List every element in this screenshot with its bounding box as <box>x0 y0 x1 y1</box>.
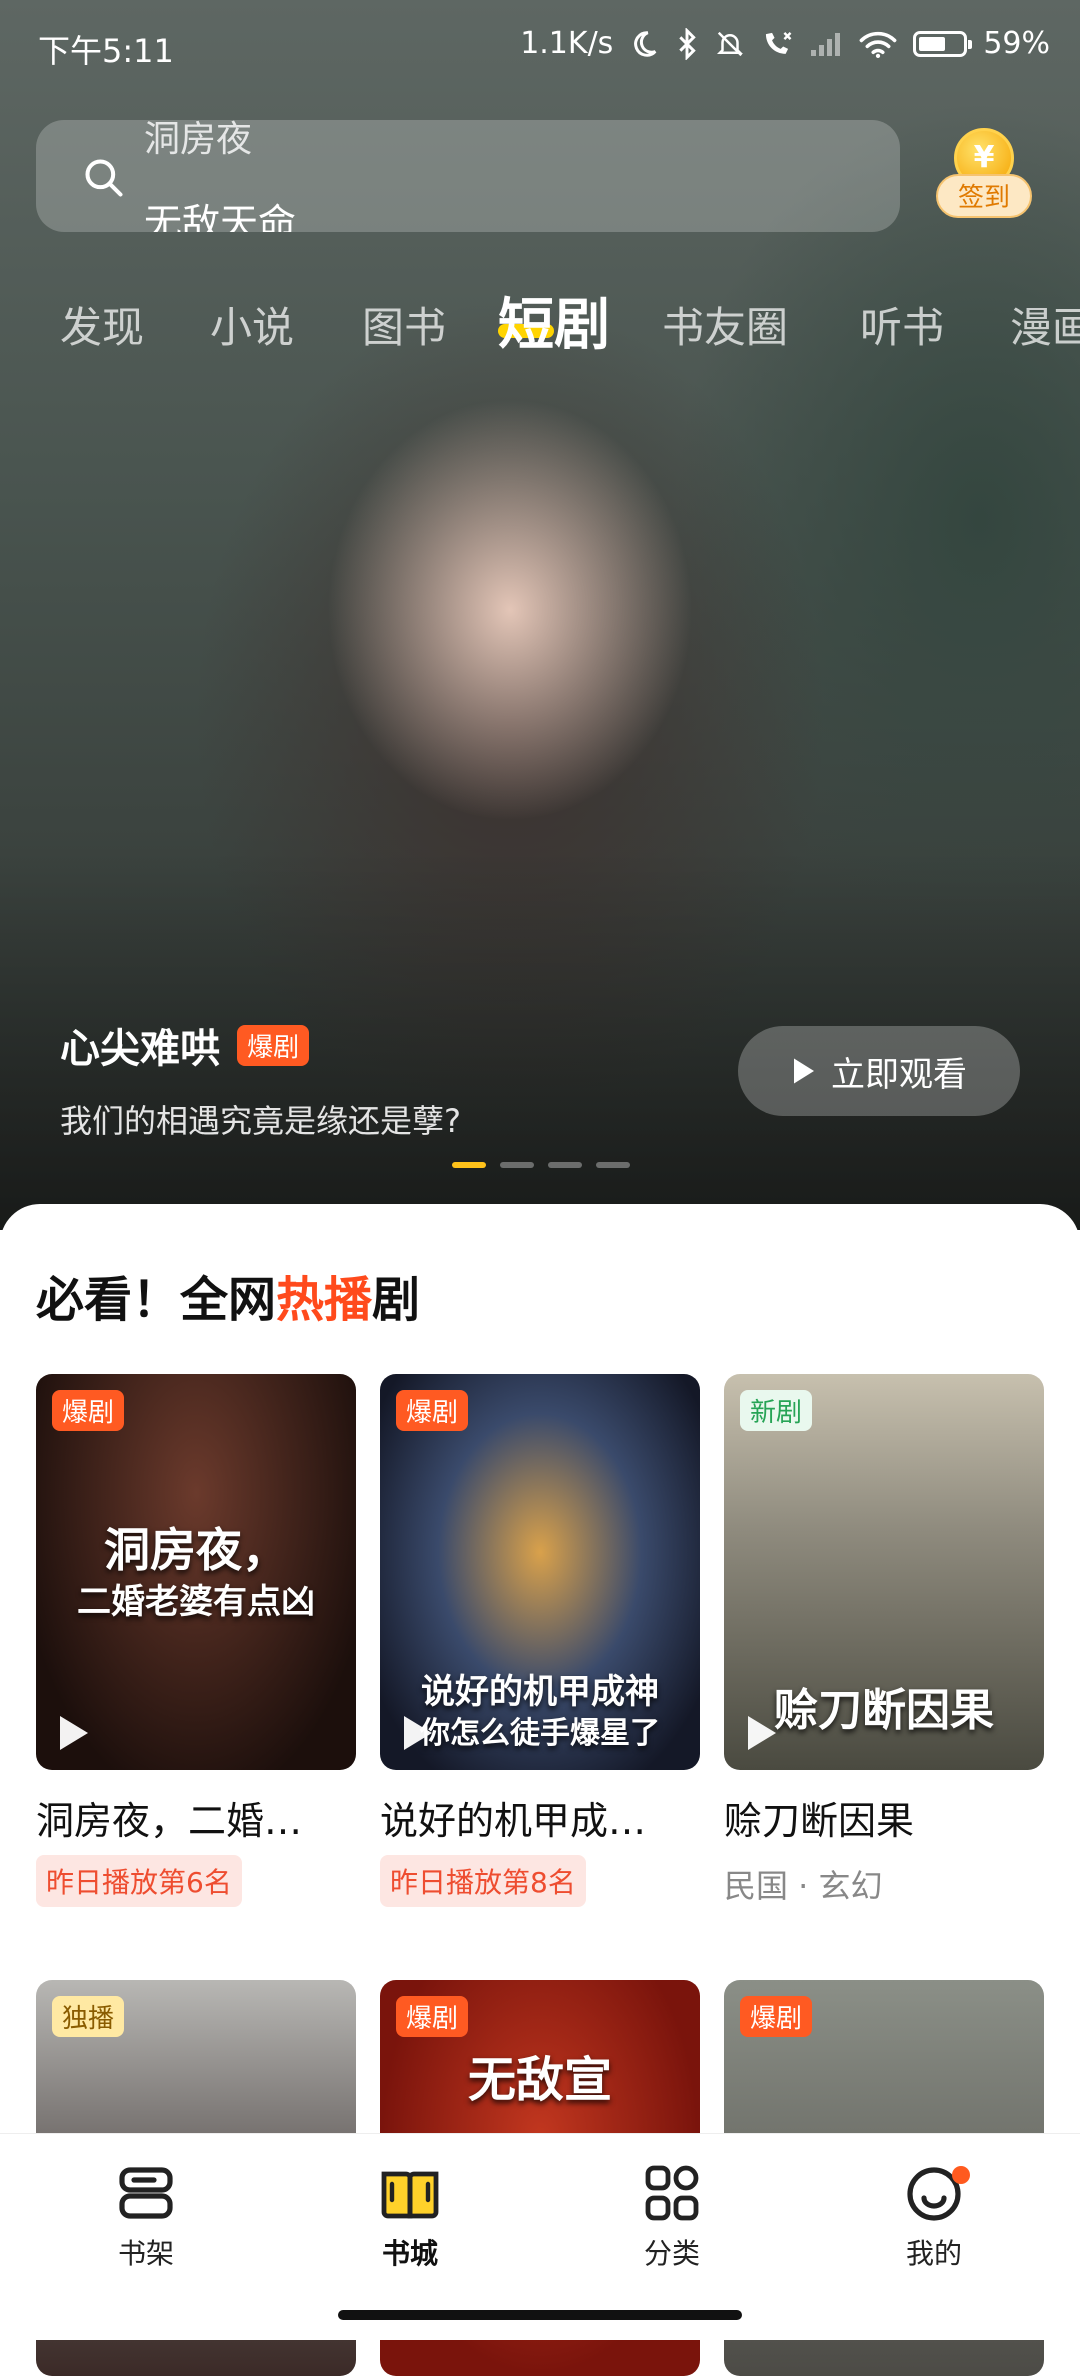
signin-button[interactable]: ¥ 签到 <box>932 128 1036 228</box>
tab-short-drama-label: 短剧 <box>498 293 610 358</box>
hero-title: 心尖难哄 <box>60 1026 220 1072</box>
drama-poster[interactable]: 新剧 赊刀断因果 <box>724 1374 1044 1770</box>
bell-muted-icon <box>717 31 744 56</box>
watch-now-label: 立即观看 <box>831 1054 967 1095</box>
nav-profile[interactable]: 我的 <box>864 2164 1004 2272</box>
drama-genre: 民国 · 玄幻 <box>724 1867 883 1905</box>
nav-category-label: 分类 <box>643 2237 700 2270</box>
drama-poster[interactable]: 爆剧 说好的机甲成神 你怎么徒手爆星了 <box>380 1374 700 1770</box>
poster-title-line: 无敌宣 <box>467 2052 612 2108</box>
drama-card[interactable]: 爆剧 洞房夜， 二婚老婆有点凶 洞房夜，二婚… 昨日播放第6名 <box>36 1374 356 1907</box>
nav-category[interactable]: 分类 <box>602 2164 742 2272</box>
drama-rank: 昨日播放第6名 <box>36 1855 242 1907</box>
drama-title: 说好的机甲成… <box>380 1799 647 1843</box>
bookstore-icon <box>381 2171 439 2219</box>
carousel-indicator <box>452 1162 630 1168</box>
play-icon <box>404 1716 432 1750</box>
drama-title: 赊刀断因果 <box>724 1799 915 1843</box>
section-title-suffix: 剧 <box>372 1272 421 1328</box>
nav-bookstore[interactable]: 书城 <box>340 2164 480 2272</box>
drama-card[interactable]: 爆剧 说好的机甲成神 你怎么徒手爆星了 说好的机甲成… 昨日播放第8名 <box>380 1374 700 1907</box>
battery-percent: 59% <box>983 26 1050 61</box>
nav-bookshelf-label: 书架 <box>117 2237 174 2270</box>
bookshelf-icon <box>119 2167 173 2219</box>
tab-reader-circle[interactable]: 书友圈 <box>662 294 788 355</box>
drama-card[interactable]: 新剧 赊刀断因果 赊刀断因果 民国 · 玄幻 <box>724 1374 1044 1907</box>
network-speed: 1.1K/s <box>520 26 614 61</box>
tab-books[interactable]: 图书 <box>362 294 446 355</box>
carousel-dot[interactable] <box>452 1162 486 1168</box>
nav-profile-label: 我的 <box>905 2237 962 2270</box>
home-indicator[interactable] <box>338 2310 742 2320</box>
hero-tag: 爆剧 <box>237 1024 310 1066</box>
hero-banner[interactable]: 下午5:11 1.1K/s 59% 洞房夜 无敌天命 ¥ 签到 发现 小说 图书… <box>0 0 1080 1230</box>
bottom-nav: 书架 书城 分类 我的 <box>0 2133 1080 2340</box>
search-placeholder-previous: 洞房夜 <box>144 120 253 160</box>
status-time: 下午5:11 <box>38 32 174 70</box>
drama-tag: 爆剧 <box>52 1390 125 1431</box>
play-icon <box>748 1716 776 1750</box>
play-icon <box>60 1716 88 1750</box>
signal-icon <box>811 32 841 56</box>
section-title-highlight: 热播 <box>276 1272 373 1328</box>
tab-short-drama[interactable]: 短剧 <box>498 280 610 360</box>
poster-title-line: 二婚老婆有点凶 <box>77 1582 315 1622</box>
watch-now-button[interactable]: 立即观看 <box>738 1026 1020 1116</box>
poster-title-line: 说好的机甲成神 <box>421 1672 659 1712</box>
tab-comics[interactable]: 漫画 <box>1010 294 1080 355</box>
section-title-prefix: 必看！全网 <box>36 1272 277 1328</box>
drama-tag: 独播 <box>52 1996 125 2037</box>
drama-title: 洞房夜，二婚… <box>36 1799 303 1843</box>
drama-tag: 新剧 <box>740 1390 813 1431</box>
search-placeholder: 无敌天命 <box>144 201 297 232</box>
hero-info: 心尖难哄 爆剧 我们的相遇究竟是缘还是孽? <box>60 1016 461 1142</box>
category-tabs: 发现 小说 图书 短剧 书友圈 听书 漫画 <box>0 270 1080 360</box>
drama-poster[interactable]: 爆剧 洞房夜， 二婚老婆有点凶 <box>36 1374 356 1770</box>
carousel-dot[interactable] <box>596 1162 630 1168</box>
drama-tag: 爆剧 <box>396 1390 469 1431</box>
call-icon <box>766 31 792 54</box>
notification-dot <box>952 2166 970 2184</box>
tab-novel[interactable]: 小说 <box>210 294 294 355</box>
section-title: 必看！全网热播剧 <box>36 1260 420 1330</box>
signin-label: 签到 <box>936 174 1032 218</box>
tab-discover[interactable]: 发现 <box>60 294 144 355</box>
drama-tag: 爆剧 <box>396 1996 469 2037</box>
nav-bookstore-label: 书城 <box>381 2237 438 2270</box>
drama-rank: 昨日播放第8名 <box>380 1855 586 1907</box>
nav-bookshelf[interactable]: 书架 <box>76 2164 216 2272</box>
wifi-icon <box>859 31 897 58</box>
category-grid-icon <box>645 2165 699 2221</box>
carousel-dot[interactable] <box>548 1162 582 1168</box>
carousel-dot[interactable] <box>500 1162 534 1168</box>
tab-audiobook[interactable]: 听书 <box>860 294 944 355</box>
drama-tag: 爆剧 <box>740 1996 813 2037</box>
moon-icon <box>634 30 657 57</box>
search-bar[interactable]: 洞房夜 无敌天命 <box>36 120 900 232</box>
hero-subtitle: 我们的相遇究竟是缘还是孽? <box>60 1102 461 1140</box>
poster-title-line: 洞房夜， <box>104 1523 288 1577</box>
play-icon <box>794 1058 814 1084</box>
search-icon <box>85 159 123 197</box>
bluetooth-icon <box>679 27 697 60</box>
battery-icon <box>913 30 973 57</box>
status-bar: 下午5:11 1.1K/s 59% <box>0 0 1080 90</box>
